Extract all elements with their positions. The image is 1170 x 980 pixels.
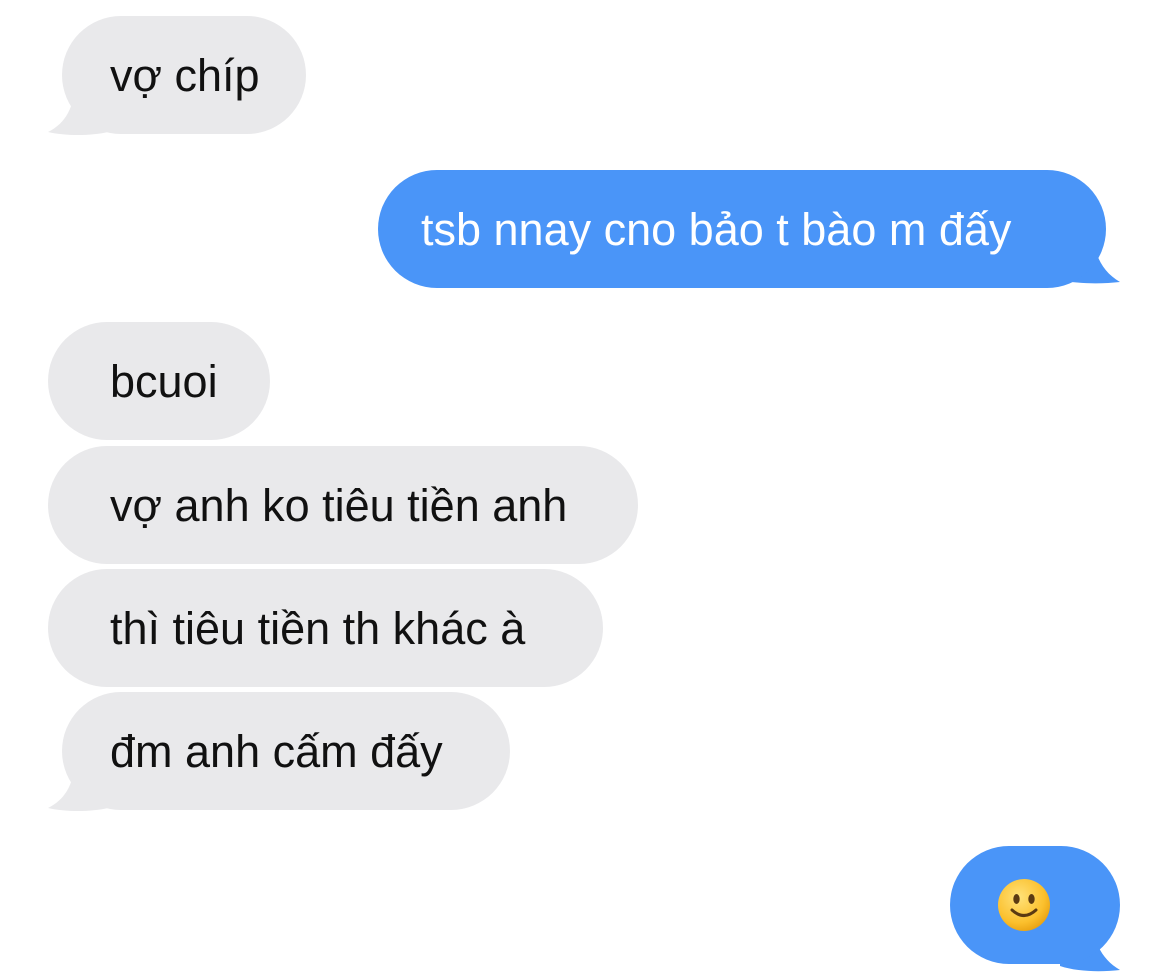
message-text: tsb nnay cno bảo t bào m đấy <box>421 203 1012 255</box>
message-bubble-received[interactable]: vợ anh ko tiêu tiền anh <box>48 446 638 564</box>
message-bubble-received[interactable]: đm anh cấm đấy <box>62 692 510 810</box>
message-text: vợ chíp <box>110 49 260 101</box>
message-text: đm anh cấm đấy <box>110 725 443 777</box>
message-bubble-received[interactable]: thì tiêu tiền th khác à <box>48 569 603 687</box>
slightly-smiling-face-icon <box>998 879 1050 931</box>
conversation-view: { "messages": [ { "direction": "received… <box>0 0 1170 980</box>
message-text: thì tiêu tiền th khác à <box>110 602 526 654</box>
message-text: vợ anh ko tiêu tiền anh <box>110 479 568 531</box>
message-text: bcuoi <box>110 355 218 407</box>
message-bubble-received[interactable]: bcuoi <box>48 322 270 440</box>
message-bubble-sent[interactable]: tsb nnay cno bảo t bào m đấy <box>378 170 1106 288</box>
message-bubble-sent[interactable] <box>950 846 1120 964</box>
message-bubble-received[interactable]: vợ chíp <box>62 16 306 134</box>
